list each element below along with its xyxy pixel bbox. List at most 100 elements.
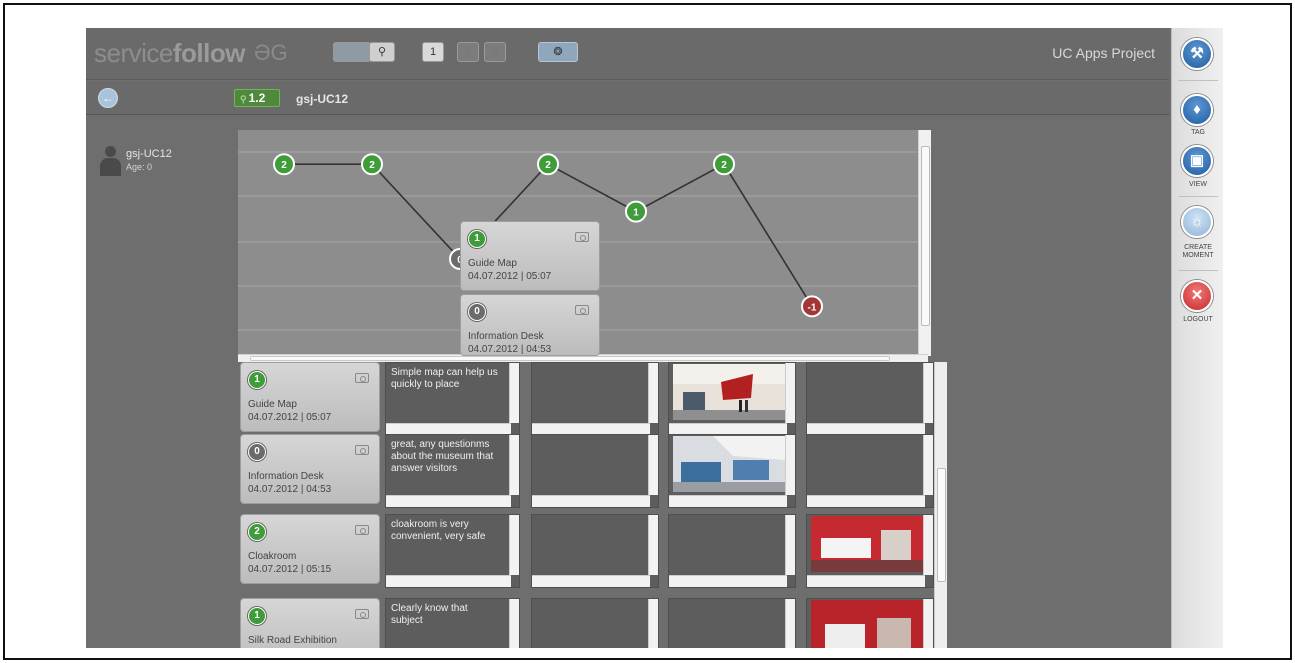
empty-cell[interactable] bbox=[531, 598, 659, 648]
card-title: Guide Map bbox=[468, 258, 517, 269]
photo-cell[interactable] bbox=[668, 362, 796, 436]
score-badge: 1 bbox=[468, 230, 486, 248]
view-label: VIEW bbox=[1189, 181, 1207, 188]
user-avatar-icon bbox=[100, 146, 121, 176]
score-badge: 0 bbox=[468, 303, 486, 321]
comment-cell[interactable]: cloakroom is very convenient, very safe bbox=[385, 514, 520, 588]
search-icon: ⚲ bbox=[377, 46, 387, 58]
comment-text: cloakroom is very convenient, very safe bbox=[391, 519, 486, 542]
camera-icon bbox=[355, 525, 369, 535]
comment-cell[interactable]: great, any questionms about the museum t… bbox=[385, 434, 520, 508]
moment-card[interactable]: 2 Cloakroom 04.07.2012 | 05:15 bbox=[240, 514, 380, 584]
subject-title: gsj-UC12 bbox=[296, 92, 349, 106]
score-badge: 1 bbox=[248, 371, 266, 389]
view-icon: ▣ bbox=[1189, 152, 1205, 169]
data-label: 2 bbox=[281, 160, 287, 171]
version-badge: ⚲ 1.2 bbox=[234, 89, 280, 107]
target-button[interactable]: ❂ bbox=[538, 42, 578, 62]
page-2-button[interactable]: 2 bbox=[457, 42, 479, 62]
card-date: 04.07.2012 | 05:15 bbox=[248, 564, 332, 575]
wrench-icon[interactable]: ⚒ bbox=[1181, 38, 1213, 70]
list-vertical-scrollbar[interactable] bbox=[934, 362, 947, 648]
comment-text: Simple map can help us quickly to place bbox=[391, 367, 498, 390]
popup-card-guide-map[interactable]: 1 Guide Map 04.07.2012 | 05:07 bbox=[460, 221, 600, 291]
empty-cell[interactable] bbox=[531, 362, 659, 436]
empty-cell[interactable] bbox=[668, 598, 796, 648]
back-arrow-icon[interactable]: ← bbox=[98, 88, 118, 108]
search-button[interactable]: ⚲ bbox=[369, 42, 395, 62]
photo-cell[interactable] bbox=[806, 514, 934, 588]
empty-cell[interactable] bbox=[806, 434, 934, 508]
camera-icon bbox=[575, 232, 589, 242]
action-sidebar: ⚒ ♦ TAG ▣ VIEW ☼ CREATE MOMENT ✕ LOGOUT bbox=[1171, 28, 1223, 648]
data-label: 2 bbox=[369, 160, 375, 171]
zoom-icon: ⚲ bbox=[240, 94, 247, 104]
list-item: 1 Silk Road Exhibition Clearly know that… bbox=[238, 598, 948, 648]
card-title: Silk Road Exhibition bbox=[248, 635, 337, 646]
data-label: 2 bbox=[545, 160, 551, 171]
user-age: Age: 0 bbox=[126, 162, 153, 172]
comment-cell[interactable]: Simple map can help us quickly to place bbox=[385, 362, 520, 436]
score-badge: 2 bbox=[248, 523, 266, 541]
card-title: Information Desk bbox=[248, 471, 324, 482]
comment-cell[interactable]: Clearly know that subject bbox=[385, 598, 520, 648]
moment-card[interactable]: 0 Information Desk 04.07.2012 | 04:53 bbox=[240, 434, 380, 504]
data-label: -1 bbox=[808, 302, 817, 313]
logo-mark-icon: ƏG bbox=[254, 40, 288, 65]
create-moment-button[interactable]: ☼ bbox=[1181, 206, 1213, 238]
logout-button[interactable]: ✕ bbox=[1181, 280, 1213, 312]
card-title: Cloakroom bbox=[248, 551, 297, 562]
comment-text: Clearly know that subject bbox=[391, 603, 468, 626]
card-date: 04.07.2012 | 04:53 bbox=[248, 484, 332, 495]
popup-card-information-desk[interactable]: 0 Information Desk 04.07.2012 | 04:53 bbox=[460, 294, 600, 356]
tag-label: TAG bbox=[1191, 129, 1205, 136]
target-icon: ❂ bbox=[553, 46, 563, 58]
project-title: UC Apps Project bbox=[1052, 45, 1155, 61]
photo-thumbnail bbox=[673, 436, 785, 492]
camera-icon bbox=[355, 373, 369, 383]
screenshot-frame: servicefollow ƏG ⚲ 1 2 3 ❂ UC Apps Proje… bbox=[3, 3, 1292, 660]
card-date: 04.07.2012 | 05:07 bbox=[248, 412, 332, 423]
sub-bar: ← ⚲ 1.2 gsj-UC12 bbox=[86, 81, 1169, 115]
moment-label: MOMENT bbox=[1182, 252, 1214, 259]
photo-cell[interactable] bbox=[806, 598, 934, 648]
user-name: gsj-UC12 bbox=[126, 148, 172, 160]
logout-label: LOGOUT bbox=[1183, 316, 1213, 323]
close-icon: ✕ bbox=[1190, 287, 1204, 304]
list-item: 0 Information Desk 04.07.2012 | 04:53 gr… bbox=[238, 434, 948, 512]
data-label: 1 bbox=[633, 208, 639, 219]
moment-card[interactable]: 1 Silk Road Exhibition bbox=[240, 598, 380, 648]
photo-cell[interactable] bbox=[668, 434, 796, 508]
empty-cell[interactable] bbox=[806, 362, 934, 436]
page-1-button[interactable]: 1 bbox=[422, 42, 444, 62]
score-badge: 0 bbox=[248, 443, 266, 461]
create-label: CREATE bbox=[1184, 244, 1212, 251]
empty-cell[interactable] bbox=[531, 514, 659, 588]
photo-thumbnail bbox=[811, 600, 923, 648]
data-label: 2 bbox=[721, 160, 727, 171]
logo: servicefollow bbox=[94, 38, 245, 68]
top-bar: servicefollow ƏG ⚲ 1 2 3 ❂ UC Apps Proje… bbox=[86, 28, 1169, 80]
photo-thumbnail bbox=[673, 364, 785, 420]
photo-thumbnail bbox=[811, 516, 923, 572]
empty-cell[interactable] bbox=[668, 514, 796, 588]
view-button[interactable]: ▣ bbox=[1181, 145, 1213, 177]
comment-text: great, any questionms about the museum t… bbox=[391, 439, 494, 474]
moment-card[interactable]: 1 Guide Map 04.07.2012 | 05:07 bbox=[240, 362, 380, 432]
tag-button[interactable]: ♦ bbox=[1181, 94, 1213, 126]
score-badge: 1 bbox=[248, 607, 266, 625]
page-3-button[interactable]: 3 bbox=[484, 42, 506, 62]
moments-list: 1 Guide Map 04.07.2012 | 05:07 Simple ma… bbox=[238, 362, 948, 648]
list-item: 2 Cloakroom 04.07.2012 | 05:15 cloakroom… bbox=[238, 514, 948, 592]
camera-icon bbox=[575, 305, 589, 315]
card-date: 04.07.2012 | 04:53 bbox=[468, 344, 552, 355]
sun-icon: ☼ bbox=[1190, 213, 1204, 230]
camera-icon bbox=[355, 609, 369, 619]
chart-vertical-scrollbar[interactable] bbox=[918, 130, 931, 356]
card-date: 04.07.2012 | 05:07 bbox=[468, 271, 552, 282]
card-title: Guide Map bbox=[248, 399, 297, 410]
empty-cell[interactable] bbox=[531, 434, 659, 508]
search-input[interactable] bbox=[333, 42, 371, 62]
app-window: servicefollow ƏG ⚲ 1 2 3 ❂ UC Apps Proje… bbox=[86, 28, 1223, 648]
camera-icon bbox=[355, 445, 369, 455]
